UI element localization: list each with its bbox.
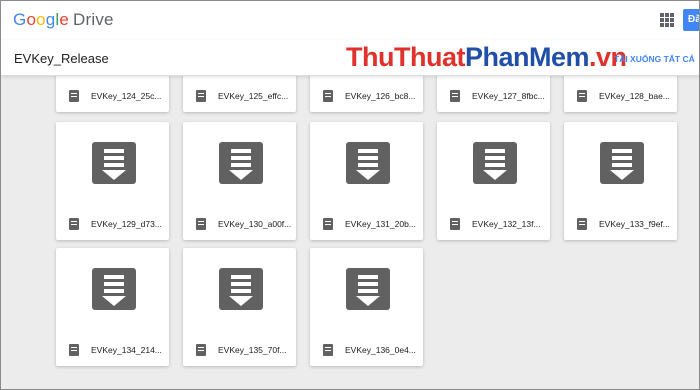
file-name: EVKey_133_f9ef...: [599, 219, 670, 229]
file-card[interactable]: EVKey_125_effc...: [183, 76, 296, 112]
folder-title: EVKey_Release: [14, 51, 109, 66]
file-card[interactable]: EVKey_135_70f...: [183, 248, 296, 366]
file-type-icon: [196, 218, 206, 230]
file-card[interactable]: EVKey_136_0e4...: [310, 248, 423, 366]
logo-letter: o: [36, 10, 46, 29]
file-card[interactable]: EVKey_134_214...: [56, 248, 169, 366]
file-name: EVKey_132_13f...: [472, 219, 541, 229]
download-file-thumbnail-icon: [346, 268, 390, 310]
file-card[interactable]: EVKey_133_f9ef...: [564, 122, 677, 240]
file-type-icon: [450, 218, 460, 230]
download-file-thumbnail-icon: [92, 142, 136, 184]
file-type-icon: [577, 90, 587, 102]
apps-grid-icon[interactable]: [660, 13, 674, 27]
logo-letter: e: [59, 10, 70, 29]
watermark-logo: ThuThuatPhanMem.vn: [346, 42, 627, 73]
download-file-thumbnail-icon: [346, 142, 390, 184]
top-bar: Google Drive Đă: [0, 0, 700, 40]
download-file-thumbnail-icon: [219, 268, 263, 310]
file-card[interactable]: EVKey_126_bc8...: [310, 76, 423, 112]
file-card[interactable]: EVKey_124_25c...: [56, 76, 169, 112]
file-card[interactable]: EVKey_132_13f...: [437, 122, 550, 240]
file-name: EVKey_125_effc...: [218, 91, 289, 101]
logo-letter: g: [45, 10, 56, 29]
download-file-thumbnail-icon: [92, 268, 136, 310]
google-drive-logo[interactable]: Google Drive: [13, 10, 114, 30]
file-name: EVKey_126_bc8...: [345, 91, 416, 101]
file-type-icon: [323, 90, 333, 102]
file-card[interactable]: EVKey_128_bae...: [564, 76, 677, 112]
file-card[interactable]: EVKey_131_20b...: [310, 122, 423, 240]
download-file-thumbnail-icon: [600, 142, 644, 184]
file-type-icon: [69, 90, 79, 102]
file-type-icon: [450, 90, 460, 102]
download-all-button[interactable]: TẢI XUỐNG TẤT CẢ: [614, 54, 695, 64]
folder-toolbar: EVKey_Release ThuThuatPhanMem.vn TẢI XUỐ…: [0, 40, 700, 76]
file-name: EVKey_124_25c...: [91, 91, 162, 101]
file-type-icon: [577, 218, 587, 230]
logo-drive-text: Drive: [73, 10, 114, 29]
watermark-part: PhanMem: [464, 42, 590, 72]
file-card[interactable]: EVKey_127_8fbc...: [437, 76, 550, 112]
file-name: EVKey_128_bae...: [599, 91, 670, 101]
file-name: EVKey_135_70f...: [218, 345, 287, 355]
file-grid: EVKey_124_25c... EVKey_125_effc... EVKey_1…: [0, 76, 700, 390]
file-name: EVKey_131_20b...: [345, 219, 416, 229]
file-name: EVKey_130_a00f...: [218, 219, 292, 229]
file-type-icon: [196, 344, 206, 356]
sign-in-button[interactable]: Đă: [683, 9, 700, 31]
logo-letter: G: [13, 10, 27, 29]
file-type-icon: [69, 344, 79, 356]
file-name: EVKey_136_0e4...: [345, 345, 416, 355]
download-file-thumbnail-icon: [219, 142, 263, 184]
file-name: EVKey_134_214...: [91, 345, 162, 355]
file-name: EVKey_129_d73...: [91, 219, 162, 229]
file-type-icon: [323, 344, 333, 356]
file-type-icon: [69, 218, 79, 230]
file-type-icon: [196, 90, 206, 102]
file-card[interactable]: EVKey_130_a00f...: [183, 122, 296, 240]
watermark-part: ThuThuat: [346, 42, 465, 72]
file-card[interactable]: EVKey_129_d73...: [56, 122, 169, 240]
file-type-icon: [323, 218, 333, 230]
logo-letter: o: [26, 10, 37, 29]
file-name: EVKey_127_8fbc...: [472, 91, 545, 101]
download-file-thumbnail-icon: [473, 142, 517, 184]
